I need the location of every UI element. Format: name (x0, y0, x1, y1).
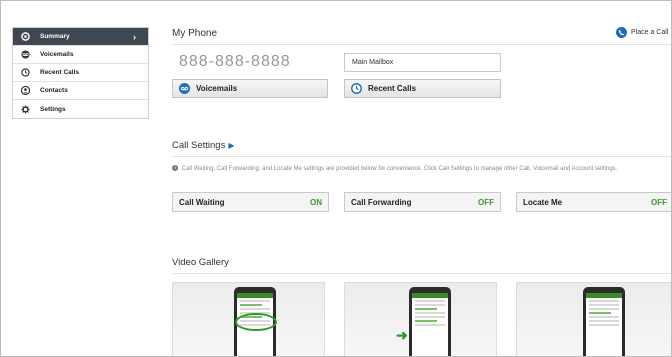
sidebar-item-label: Contacts (40, 87, 68, 94)
toggle-label: Call Forwarding (351, 197, 412, 207)
phone-icon (616, 27, 627, 38)
sidebar-item-settings[interactable]: Settings (13, 100, 148, 118)
recent-calls-button[interactable]: Recent Calls (344, 79, 501, 98)
video-thumbnail[interactable] (516, 282, 671, 356)
divider (172, 44, 671, 45)
sidebar-item-voicemails[interactable]: Voicemails (13, 46, 148, 64)
sidebar-item-recent-calls[interactable]: Recent Calls (13, 64, 148, 82)
highlight-ring (235, 313, 277, 331)
recent-calls-button-label: Recent Calls (368, 84, 417, 93)
circle-dot-icon (20, 32, 30, 42)
caret-right-icon: ▶ (228, 141, 235, 150)
gear-icon (20, 104, 30, 114)
phone-device-image (583, 287, 625, 356)
clock-icon (20, 68, 30, 78)
call-forwarding-toggle[interactable]: Call Forwarding OFF (344, 192, 501, 212)
sidebar-item-label: Recent Calls (40, 69, 80, 76)
voicemail-icon (20, 50, 30, 60)
toggle-label: Locate Me (523, 197, 563, 207)
pointer-arrow-icon: ➜ (396, 327, 408, 343)
divider (172, 273, 671, 274)
voicemails-button[interactable]: Voicemails (172, 79, 328, 98)
toggle-state: OFF (478, 197, 494, 207)
clock-icon (351, 83, 362, 94)
locate-me-toggle[interactable]: Locate Me OFF (516, 192, 671, 212)
sidebar-item-label: Summary (40, 33, 70, 40)
toggle-label: Call Waiting (179, 197, 225, 207)
toggle-state: OFF (651, 197, 667, 207)
video-thumbnail[interactable] (172, 282, 325, 356)
mailbox-field[interactable]: Main Mailbox (344, 53, 501, 72)
place-call-link[interactable]: Place a Call (616, 27, 668, 38)
sidebar-item-summary[interactable]: Summary › (13, 28, 148, 46)
video-thumbnail[interactable]: ➜ (344, 282, 497, 356)
sidebar-item-label: Settings (40, 105, 66, 113)
app-frame: Summary › Voicemails Recent Calls Contac… (0, 0, 672, 357)
place-call-label: Place a Call (631, 29, 669, 36)
voicemails-button-label: Voicemails (196, 84, 238, 93)
call-waiting-toggle[interactable]: Call Waiting ON (172, 192, 329, 212)
divider (172, 156, 671, 157)
phone-device-image (409, 287, 451, 356)
chevron-right-icon: › (133, 32, 136, 42)
sidebar-item-contacts[interactable]: Contacts (13, 82, 148, 100)
call-settings-title: Call Settings (172, 140, 226, 151)
call-settings-note-text: Call Waiting, Call Forwarding, and Locat… (181, 166, 618, 172)
voicemail-icon (179, 83, 190, 94)
sidebar: Summary › Voicemails Recent Calls Contac… (12, 27, 149, 119)
call-settings-link[interactable]: Call Settings ▶ (172, 140, 235, 151)
toggle-state: ON (310, 197, 322, 207)
my-phone-title: My Phone (172, 28, 218, 39)
info-icon: i (172, 165, 178, 172)
sidebar-item-label: Voicemails (40, 51, 74, 58)
phone-number: 888-888-8888 (179, 53, 291, 70)
video-gallery-title: Video Gallery (172, 257, 229, 268)
contact-icon (20, 86, 30, 96)
call-settings-note: i Call Waiting, Call Forwarding, and Loc… (172, 165, 667, 174)
